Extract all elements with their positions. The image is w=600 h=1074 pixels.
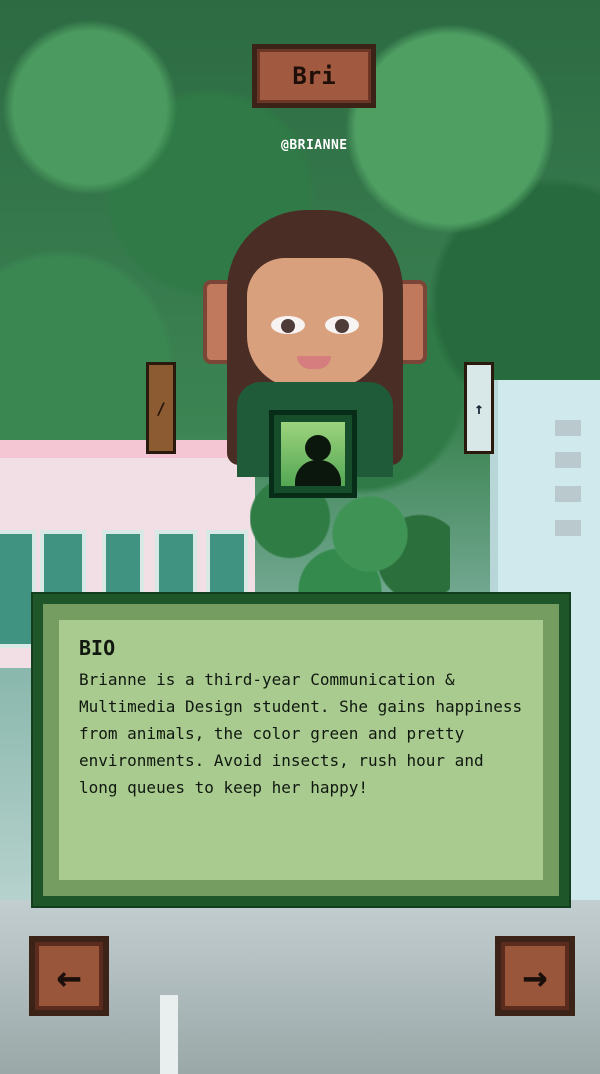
next-character-button[interactable]: → — [495, 936, 575, 1016]
sign-character-block — [555, 452, 581, 468]
sign-character-block — [555, 520, 581, 536]
profile-icon-background — [281, 422, 345, 486]
bio-text: Brianne is a third-year Communication & … — [79, 670, 523, 797]
character-mouth — [297, 356, 331, 369]
sign-character-block — [555, 486, 581, 502]
side-card-left[interactable]: / — [146, 362, 176, 454]
user-silhouette-head-icon — [305, 435, 331, 461]
side-card-left-icon: / — [156, 398, 166, 418]
right-eye — [325, 316, 359, 334]
previous-character-button[interactable]: ← — [29, 936, 109, 1016]
character-portrait — [195, 210, 435, 498]
sign-character-block — [555, 420, 581, 436]
side-card-right[interactable]: ↑ — [464, 362, 494, 454]
character-face — [247, 258, 383, 388]
road-marking — [160, 995, 178, 1074]
bio-panel: BIO Brianne is a third-year Communicatio… — [31, 592, 571, 908]
character-handle: @BRIANNE — [281, 138, 348, 153]
character-name: Bri — [257, 49, 371, 103]
user-silhouette-body-icon — [295, 460, 341, 486]
bio-panel-border: BIO Brianne is a third-year Communicatio… — [43, 604, 559, 896]
game-scene — [0, 0, 600, 1074]
right-arrow-icon: → — [501, 942, 569, 1010]
profile-icon[interactable] — [269, 410, 357, 498]
left-eye — [271, 316, 305, 334]
left-arrow-icon: ← — [35, 942, 103, 1010]
character-name-plate: Bri — [252, 44, 376, 108]
bio-content: BIO Brianne is a third-year Communicatio… — [59, 620, 543, 880]
bio-title: BIO — [79, 636, 116, 660]
side-card-right-icon: ↑ — [474, 398, 484, 418]
